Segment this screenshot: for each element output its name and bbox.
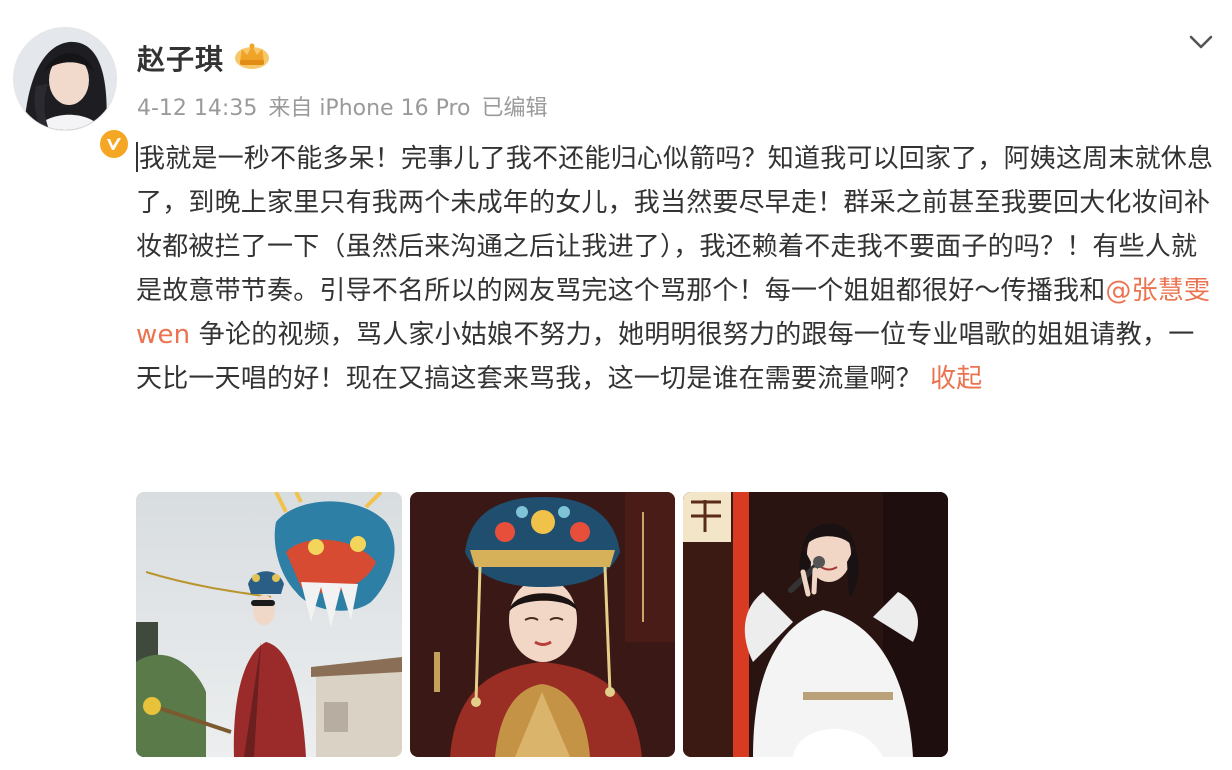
post-source: 来自 iPhone 16 Pro xyxy=(268,96,471,121)
photo-headdress-portrait xyxy=(410,492,675,757)
chevron-down-icon[interactable] xyxy=(1186,30,1216,54)
username[interactable]: 赵子琪 xyxy=(137,38,224,78)
post-text-part2: 争论的视频，骂人家小姑娘不努力，她明明很努力的跟每一位专业唱歌的姐姐请教，一天比… xyxy=(136,320,1195,394)
post-content: 我就是一秒不能多呆！完事儿了我不还能归心似箭吗？知道我可以回家了，阿姨这周末就休… xyxy=(136,137,1220,401)
photo-singing-stage xyxy=(683,492,948,757)
avatar[interactable] xyxy=(13,27,117,131)
vip-crown-icon[interactable] xyxy=(232,41,272,71)
post-photo-1[interactable] xyxy=(136,492,402,757)
weibo-post: 赵子琪 4-12 14:35 来自 iPhone 16 Pro 已编辑 我就是一… xyxy=(0,0,1232,770)
text-cursor xyxy=(136,142,138,172)
post-text-part1: 我就是一秒不能多呆！完事儿了我不还能归心似箭吗？知道我可以回家了，阿姨这周末就休… xyxy=(136,144,1214,306)
verified-badge-icon xyxy=(97,127,131,161)
post-date[interactable]: 4-12 14:35 xyxy=(137,96,257,121)
post-photo-2[interactable] xyxy=(410,492,675,757)
post-edited[interactable]: 已编辑 xyxy=(481,96,547,121)
collapse-button[interactable]: 收起 xyxy=(930,364,982,394)
photo-dragon-costume xyxy=(136,492,402,757)
post-photo-3[interactable] xyxy=(683,492,948,757)
post-meta: 4-12 14:35 来自 iPhone 16 Pro 已编辑 xyxy=(137,90,551,122)
avatar-container[interactable] xyxy=(13,27,131,161)
